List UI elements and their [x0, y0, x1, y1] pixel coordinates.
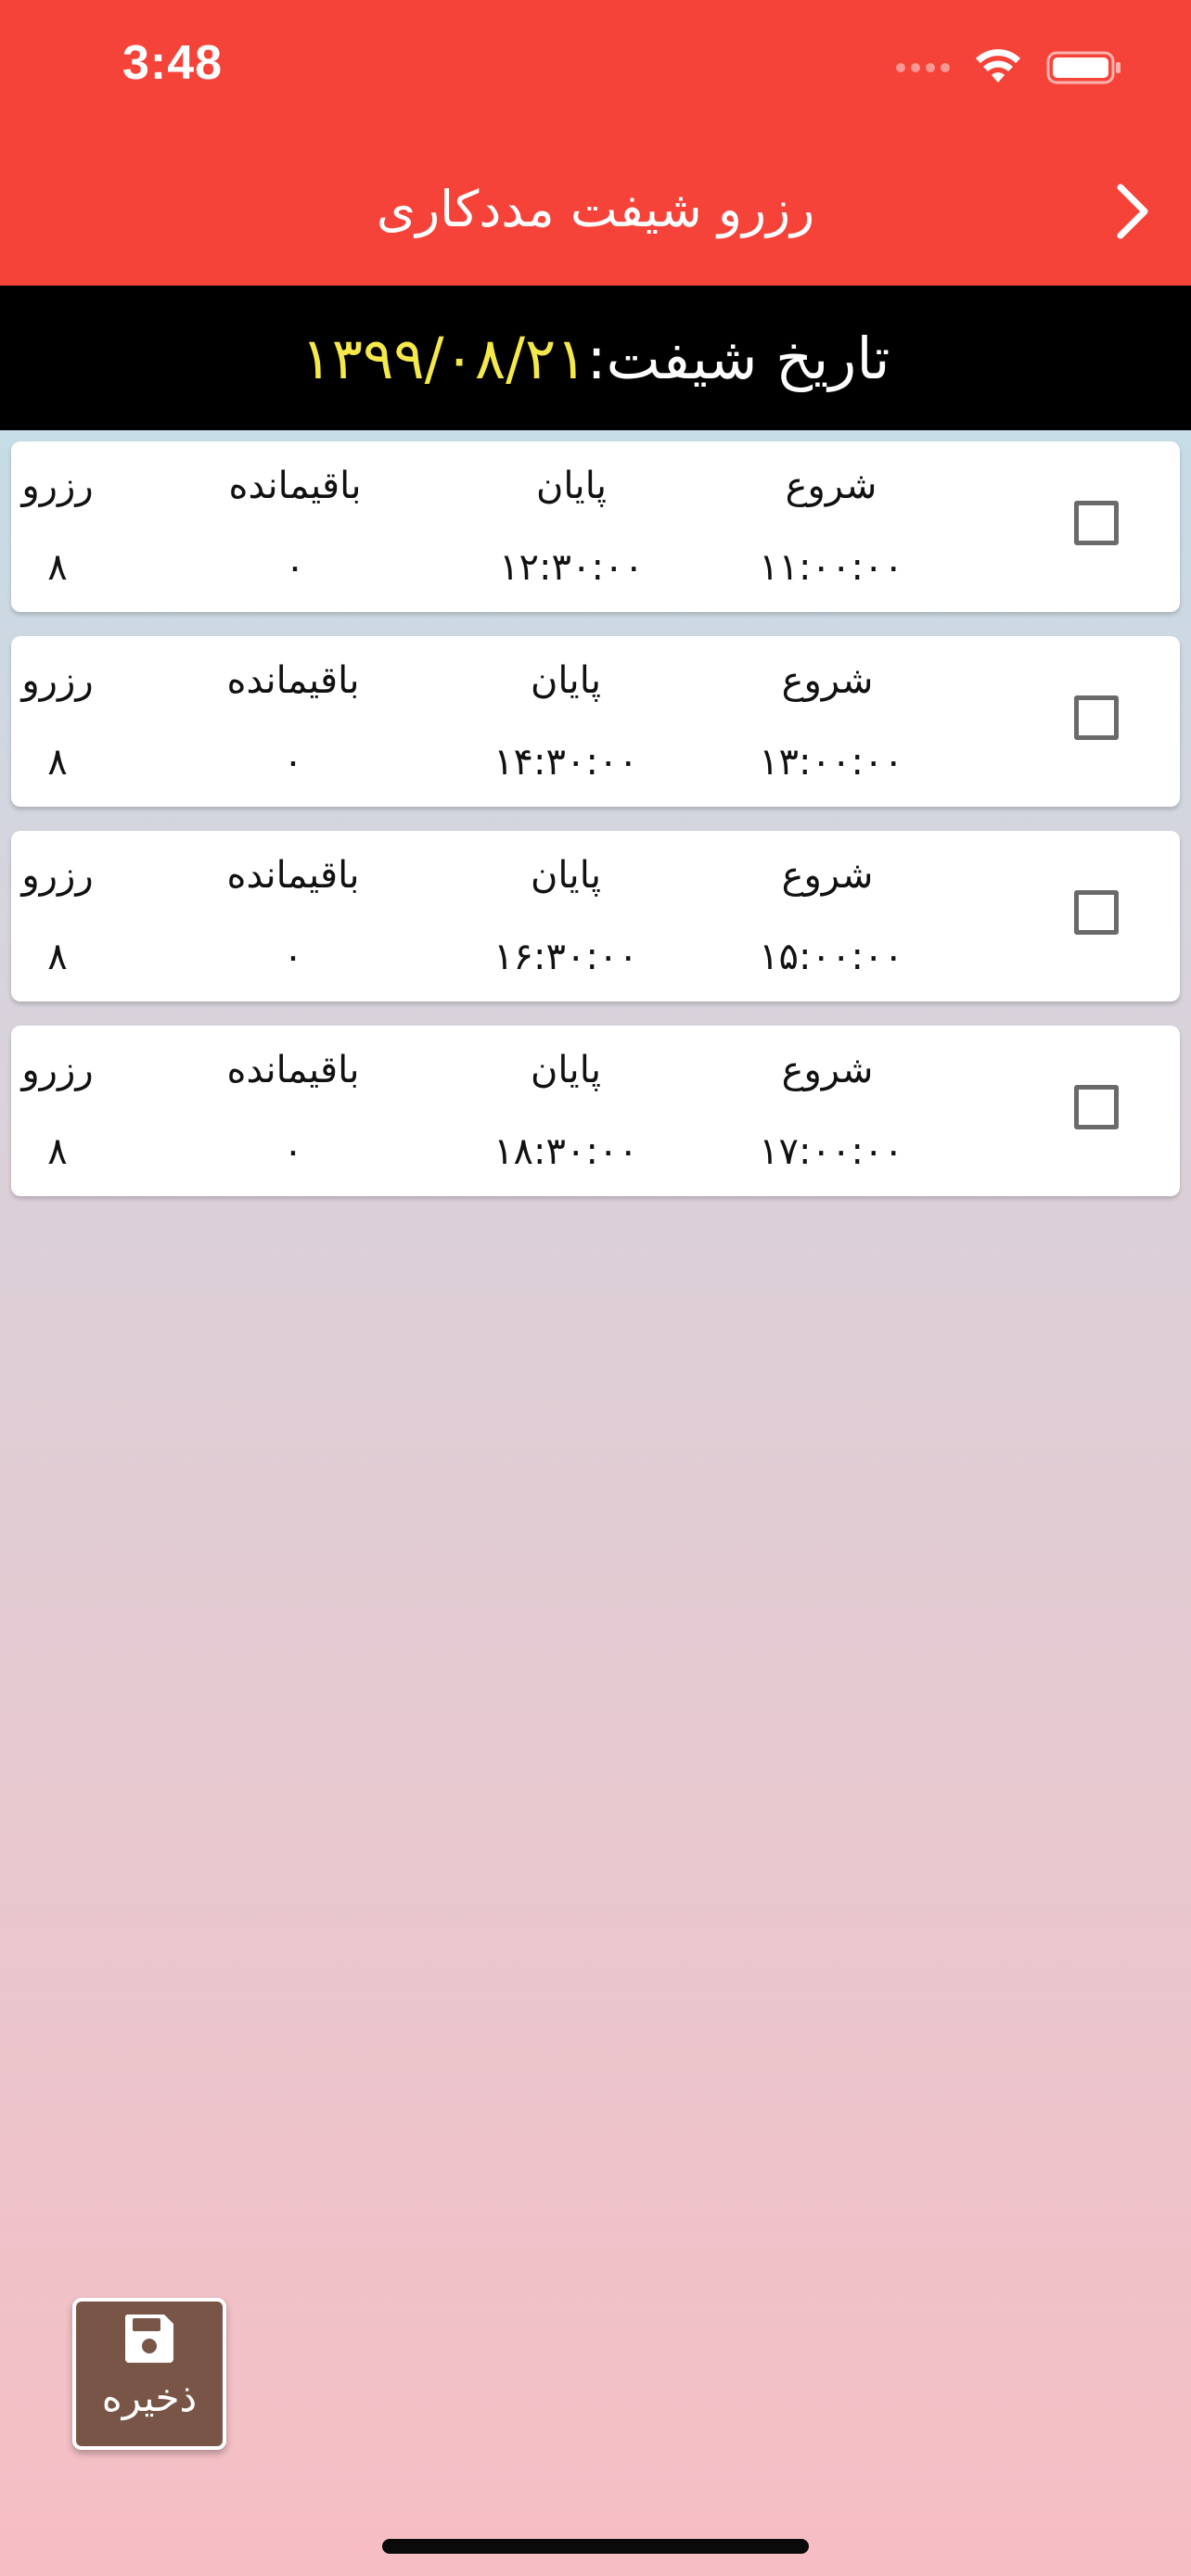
status-time: 3:48	[122, 36, 224, 90]
floppy-disk-icon	[124, 2315, 173, 2363]
shift-checkbox[interactable]	[1074, 890, 1119, 935]
end-time: ۱۲:۳۰:۰۰	[499, 546, 644, 589]
shift-card[interactable]: شروع پایان باقیمانده رزرو ۱۳:۰۰:۰۰ ۱۴:۳۰…	[11, 636, 1180, 807]
start-header: شروع	[785, 465, 877, 507]
reserve-count: ۸	[47, 741, 68, 784]
save-button-label: ذخیره	[101, 2375, 198, 2420]
shift-card[interactable]: شروع پایان باقیمانده رزرو ۱۱:۰۰:۰۰ ۱۲:۳۰…	[11, 441, 1180, 612]
shift-card[interactable]: شروع پایان باقیمانده رزرو ۱۵:۰۰:۰۰ ۱۶:۳۰…	[11, 831, 1180, 1001]
remaining-header: باقیمانده	[228, 465, 362, 507]
reserve-count: ۸	[47, 936, 68, 978]
start-time: ۱۷:۰۰:۰۰	[759, 1130, 903, 1173]
shift-checkbox[interactable]	[1074, 1085, 1119, 1129]
app-header: 3:48 رزرو شیفت مددکاری	[0, 0, 1191, 286]
reserve-header: رزرو	[21, 854, 94, 897]
chevron-right-icon[interactable]	[1106, 174, 1161, 249]
start-time: ۱۳:۰۰:۰۰	[759, 741, 903, 784]
end-header: پایان	[535, 465, 608, 507]
end-time: ۱۴:۳۰:۰۰	[493, 741, 638, 784]
shift-checkbox[interactable]	[1074, 695, 1119, 740]
shift-card[interactable]: شروع پایان باقیمانده رزرو ۱۷:۰۰:۰۰ ۱۸:۳۰…	[11, 1026, 1180, 1196]
remaining-count: ۰	[285, 546, 305, 589]
start-time: ۱۱:۰۰:۰۰	[759, 546, 903, 589]
shift-date-value: ۱۳۹۹/۰۸/۲۱	[301, 324, 587, 392]
status-indicators	[896, 45, 1122, 91]
shift-date-bar: تاریخ شیفت: ۱۳۹۹/۰۸/۲۱	[0, 286, 1191, 430]
end-time: ۱۸:۳۰:۰۰	[493, 1130, 638, 1173]
start-header: شروع	[781, 1049, 874, 1091]
cellular-signal-icon	[896, 63, 950, 72]
battery-icon	[1046, 51, 1121, 84]
remaining-header: باقیمانده	[226, 1049, 360, 1091]
home-indicator[interactable]	[382, 2539, 809, 2554]
start-header: شروع	[781, 659, 874, 702]
start-time: ۱۵:۰۰:۰۰	[759, 936, 903, 978]
end-header: پایان	[530, 1049, 602, 1091]
remaining-header: باقیمانده	[226, 854, 360, 897]
remaining-count: ۰	[283, 1130, 303, 1173]
shift-list: شروع پایان باقیمانده رزرو ۱۱:۰۰:۰۰ ۱۲:۳۰…	[11, 441, 1180, 1220]
remaining-count: ۰	[283, 741, 303, 784]
reserve-header: رزرو	[21, 659, 94, 702]
wifi-icon	[976, 49, 1020, 83]
end-header: پایان	[530, 659, 602, 702]
shift-date-label: تاریخ شیفت:	[586, 324, 890, 392]
remaining-header: باقیمانده	[226, 659, 360, 702]
end-time: ۱۶:۳۰:۰۰	[493, 936, 638, 978]
shift-checkbox[interactable]	[1074, 501, 1119, 545]
remaining-count: ۰	[283, 936, 303, 978]
reserve-count: ۸	[47, 1130, 68, 1173]
end-header: پایان	[530, 854, 602, 897]
reserve-header: رزرو	[21, 1049, 94, 1091]
page-title: رزرو شیفت مددکاری	[376, 180, 815, 238]
start-header: شروع	[781, 854, 874, 897]
reserve-header: رزرو	[21, 465, 94, 507]
reserve-count: ۸	[47, 546, 68, 589]
save-button[interactable]: ذخیره	[72, 2298, 226, 2450]
